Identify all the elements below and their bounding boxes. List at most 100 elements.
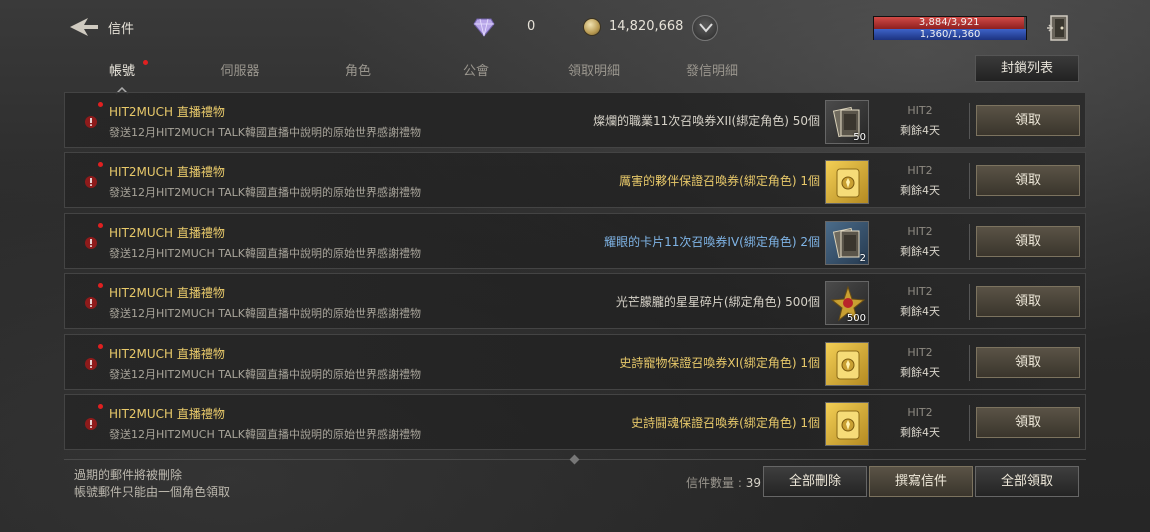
mail-sender: HIT2	[907, 285, 933, 299]
reward-name: 史詩鬪魂保證召喚券(綁定角色) 1個	[631, 416, 820, 430]
tab-label: 領取明細	[567, 64, 620, 79]
hp-bar: 3,884/3,921	[874, 17, 1025, 29]
reward-count: 2	[859, 252, 866, 264]
mail-tabs: 帳號 伺服器 角色 公會 領取明細 發信明細	[64, 56, 794, 86]
mail-remaining-time: 剩餘4天	[900, 365, 940, 379]
unread-dot	[98, 404, 103, 409]
mail-row[interactable]: HIT2MUCH 直播禮物 發送12月HIT2MUCH TALK韓國直播中說明的…	[64, 273, 1086, 330]
back-arrow-icon[interactable]	[68, 14, 102, 40]
blocklist-button[interactable]: 封鎖列表	[975, 55, 1079, 82]
tab-send-history[interactable]: 發信明細	[662, 60, 762, 79]
claim-button[interactable]: 領取	[976, 225, 1080, 257]
reward-name: 耀眼的卡片11次召喚券IV(綁定角色) 2個	[604, 234, 820, 249]
unread-dot	[98, 162, 103, 168]
tab-label: 公會	[462, 64, 489, 79]
mp-text: 1,360/1,360	[919, 29, 981, 40]
diamond-icon	[473, 17, 495, 37]
row-divider	[969, 103, 970, 139]
card-icon[interactable]: 2	[825, 220, 869, 265]
unread-dot	[98, 222, 103, 228]
mail-remaining-time: 剩餘4天	[900, 244, 940, 258]
tab-label: 帳號	[108, 64, 135, 79]
mail-row[interactable]: HIT2MUCH 直播禮物 發送12月HIT2MUCH TALK韓國直播中說明的…	[64, 394, 1086, 450]
tab-guild[interactable]: 公會	[426, 60, 526, 79]
tab-label: 伺服器	[220, 64, 260, 79]
claim-button[interactable]: 領取	[976, 165, 1080, 197]
row-divider	[969, 163, 970, 200]
currency-dropdown-button[interactable]	[692, 15, 718, 41]
mail-remaining-time: 剩餘4天	[900, 184, 940, 198]
card-icon[interactable]: 50	[825, 100, 869, 144]
diamond-count: 0	[527, 19, 536, 34]
row-divider	[969, 344, 970, 381]
mail-title: HIT2MUCH 直播禮物	[109, 346, 225, 361]
gold-coin-icon	[583, 18, 601, 36]
tab-label: 發信明細	[685, 64, 738, 79]
mail-row[interactable]: HIT2MUCH 直播禮物 發送12月HIT2MUCH TALK韓國直播中說明的…	[64, 212, 1086, 269]
mail-sender: HIT2	[907, 104, 933, 117]
mail-remaining-time: 剩餘4天	[900, 305, 940, 319]
alert-icon	[85, 416, 97, 430]
notification-dot	[143, 60, 148, 65]
mail-title: HIT2MUCH 直播禮物	[109, 105, 225, 119]
alert-icon	[85, 356, 97, 370]
mail-remaining-time: 剩餘4天	[900, 426, 940, 439]
tab-character[interactable]: 角色	[308, 60, 408, 79]
top-bar: 信件 0 14,820,668 3,884/3,921 1,360/1,360	[0, 0, 1150, 56]
mail-title: HIT2MUCH 直播禮物	[109, 225, 225, 240]
reward-count: 50	[853, 132, 866, 143]
alert-icon	[85, 114, 97, 128]
mail-row[interactable]: HIT2MUCH 直播禮物 發送12月HIT2MUCH TALK韓國直播中說明的…	[64, 152, 1086, 209]
hp-mp-bars: 3,884/3,921 1,360/1,360	[873, 16, 1027, 40]
mail-description: 發送12月HIT2MUCH TALK韓國直播中說明的原始世界感謝禮物	[109, 307, 421, 321]
delete-all-button[interactable]: 全部刪除	[763, 466, 867, 497]
mail-description: 發送12月HIT2MUCH TALK韓國直播中說明的原始世界感謝禮物	[109, 126, 421, 139]
gold-scroll-icon[interactable]	[825, 402, 869, 446]
mail-sender: HIT2	[907, 224, 933, 238]
page-title: 信件	[108, 22, 135, 37]
alert-icon	[85, 235, 97, 249]
mail-sender: HIT2	[907, 164, 933, 178]
unread-dot	[98, 283, 103, 289]
mail-description: 發送12月HIT2MUCH TALK韓國直播中說明的原始世界感謝禮物	[109, 186, 421, 200]
mp-bar: 1,360/1,360	[874, 29, 1026, 40]
star-shard-icon[interactable]: 500	[825, 281, 869, 326]
reward-name: 史詩寵物保證召喚券XI(綁定角色) 1個	[619, 355, 820, 370]
tab-receive-history[interactable]: 領取明細	[544, 60, 644, 79]
exit-door-icon[interactable]	[1046, 14, 1072, 42]
mail-description: 發送12月HIT2MUCH TALK韓國直播中說明的原始世界感謝禮物	[109, 367, 421, 381]
mail-description: 發送12月HIT2MUCH TALK韓國直播中說明的原始世界感謝禮物	[109, 246, 421, 260]
compose-mail-button[interactable]: 撰寫信件	[869, 466, 973, 497]
account-claim-note: 帳號郵件只能由一個角色領取	[74, 485, 231, 499]
reward-name: 燦爛的職業11次召喚券XII(綁定角色) 50個	[592, 114, 820, 128]
mail-count-value: 39	[745, 476, 761, 490]
unread-dot	[98, 102, 103, 107]
gold-scroll-icon[interactable]	[825, 160, 869, 205]
alert-icon	[85, 174, 97, 189]
mail-title: HIT2MUCH 直播禮物	[109, 407, 225, 421]
mail-row[interactable]: HIT2MUCH 直播禮物 發送12月HIT2MUCH TALK韓國直播中說明的…	[64, 92, 1086, 148]
chevron-down-icon	[699, 23, 713, 33]
divider-ornament-icon	[569, 454, 580, 465]
gold-scroll-icon[interactable]	[825, 341, 869, 386]
mail-sender: HIT2	[907, 406, 933, 419]
reward-name: 厲害的夥伴保證召喚券(綁定角色) 1個	[619, 174, 820, 189]
alert-icon	[85, 295, 97, 310]
tab-account[interactable]: 帳號	[72, 60, 172, 79]
hp-text: 3,884/3,921	[918, 17, 980, 28]
claim-button[interactable]: 領取	[976, 407, 1080, 438]
claim-button[interactable]: 領取	[976, 286, 1080, 318]
reward-name: 光芒朦朧的星星碎片(綁定角色) 500個	[615, 295, 820, 310]
claim-button[interactable]: 領取	[976, 346, 1080, 378]
row-divider	[969, 284, 970, 321]
claim-all-button[interactable]: 全部領取	[975, 466, 1079, 497]
tab-label: 角色	[344, 64, 371, 79]
mail-count: 信件數量 : 39	[686, 474, 761, 491]
mail-count-label: 信件數量 :	[686, 476, 746, 490]
claim-button[interactable]: 領取	[976, 105, 1080, 136]
tab-server[interactable]: 伺服器	[190, 60, 290, 79]
mail-row[interactable]: HIT2MUCH 直播禮物 發送12月HIT2MUCH TALK韓國直播中說明的…	[64, 333, 1086, 390]
unread-dot	[98, 343, 103, 349]
mail-title: HIT2MUCH 直播禮物	[109, 165, 225, 180]
reward-count: 500	[846, 313, 866, 325]
